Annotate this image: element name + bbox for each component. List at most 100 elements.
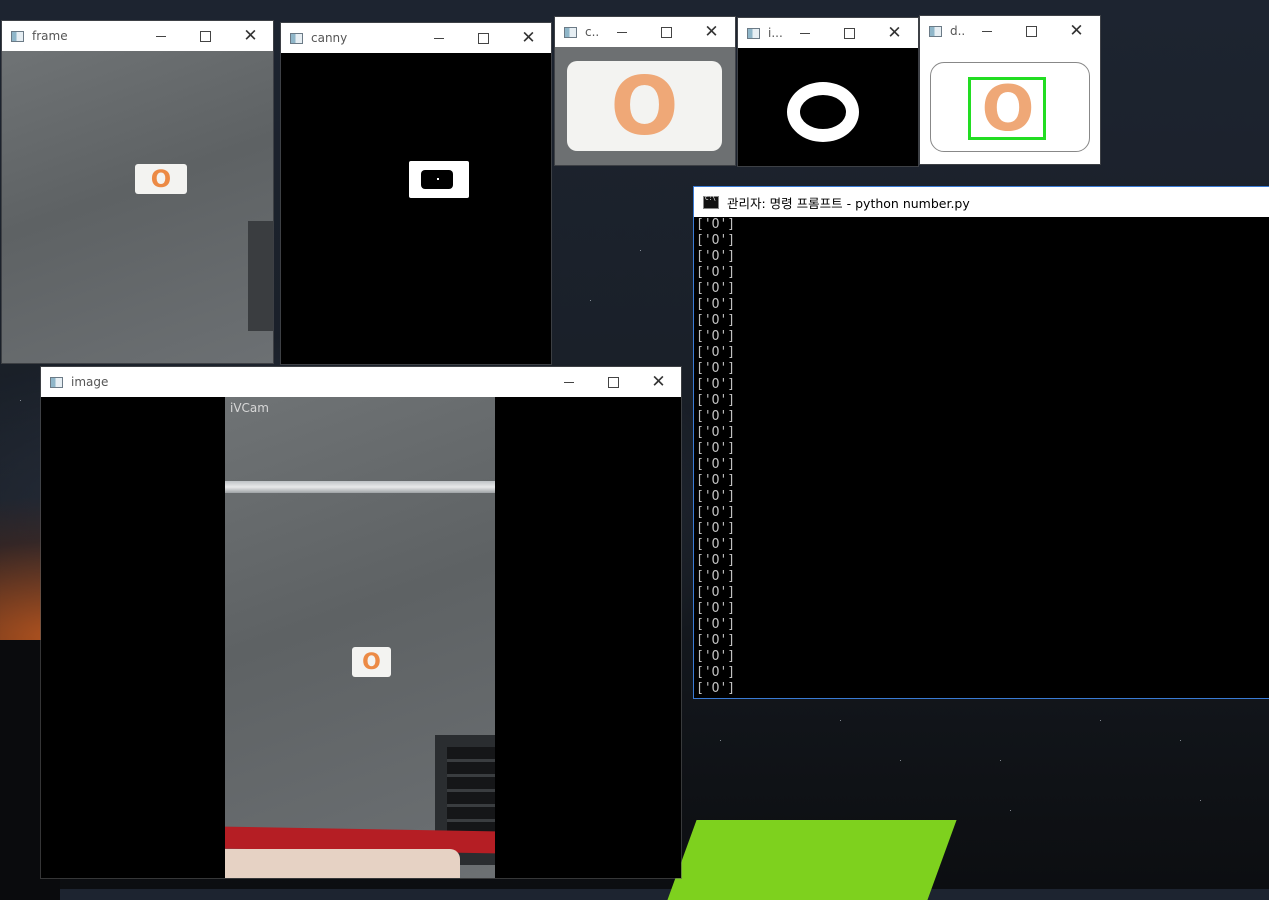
window-inverted[interactable]: i... ✕ [738,18,918,166]
console-line: ['O'] [696,313,736,328]
star [1010,810,1011,811]
titlebar[interactable]: canny ✕ [281,23,551,53]
star [1180,740,1181,741]
console-line: ['O'] [696,489,736,504]
minimize-button[interactable] [599,17,644,47]
console-line: ['O'] [696,617,736,632]
console-line: ['O'] [696,265,736,280]
inverted-view [738,48,918,166]
image-view: iVCam O [41,397,681,878]
console-line: ['O'] [696,393,736,408]
console-line: ['O'] [696,473,736,488]
maximize-button[interactable] [591,367,636,397]
ceiling-light [225,481,495,493]
console-window[interactable]: 관리자: 명령 프롬프트 - python number.py ['O']['O… [694,187,1269,698]
console-line: ['O'] [696,233,736,248]
maximize-button[interactable] [183,21,228,51]
titlebar[interactable]: frame ✕ [2,21,273,51]
window-title: frame [32,29,68,43]
window-title: canny [311,31,348,45]
window-detect[interactable]: d... ✕ O [920,16,1100,164]
console-line: ['O'] [696,409,736,424]
console-line: ['O'] [696,585,736,600]
titlebar[interactable]: c... ✕ [555,17,735,47]
maximize-button[interactable] [644,17,689,47]
window-canny[interactable]: canny ✕ [281,23,551,364]
star [20,400,21,401]
console-line: ['O'] [696,681,736,696]
app-icon [929,25,942,37]
close-button[interactable]: ✕ [872,18,917,48]
frame-view: O [2,51,273,363]
console-line: ['O'] [696,281,736,296]
close-button[interactable]: ✕ [689,17,734,47]
console-line: ['O'] [696,665,736,680]
minimize-button[interactable] [782,18,827,48]
star [1200,800,1201,801]
card-o: O [135,164,187,194]
app-icon [747,27,760,39]
cmd-icon [703,195,719,209]
maximize-button[interactable] [827,18,872,48]
star [1100,720,1101,721]
detection-box [968,77,1046,140]
titlebar[interactable]: d... ✕ [920,16,1100,46]
star [640,250,641,251]
close-button[interactable]: ✕ [228,21,273,51]
window-title: i... [768,26,782,40]
edge-blob [409,161,469,198]
console-line: ['O'] [696,521,736,536]
window-title: c... [585,25,599,39]
console-line: ['O'] [696,425,736,440]
minimize-button[interactable] [546,367,591,397]
canny-view [281,53,551,364]
camera-feed: iVCam O [225,397,495,878]
close-button[interactable]: ✕ [506,23,551,53]
window-image[interactable]: image ✕ iVCam O [41,367,681,878]
console-line: ['O'] [696,601,736,616]
star [900,760,901,761]
minimize-button[interactable] [138,21,183,51]
hand [225,849,460,878]
close-button[interactable]: ✕ [1054,16,1099,46]
console-line: ['O'] [696,329,736,344]
star [840,720,841,721]
keyboard-edge [248,221,273,331]
maximize-button[interactable] [1009,16,1054,46]
star [590,300,591,301]
console-output[interactable]: ['O'] ['O'] ['O'] ['O'] ['O'] ['O'] ['O'] ['O']… [694,217,1269,698]
window-crop[interactable]: c... ✕ O [555,17,735,165]
window-frame[interactable]: frame ✕ O [2,21,273,363]
titlebar[interactable]: i... ✕ [738,18,918,48]
close-button[interactable]: ✕ [636,367,681,397]
console-line: ['O'] [696,361,736,376]
console-line: ['O'] [696,441,736,456]
app-icon [50,376,63,388]
console-line: ['O'] [696,377,736,392]
card-o: O [567,60,722,153]
console-line: ['O'] [696,345,736,360]
window-title: d... [950,24,964,38]
minimize-button[interactable] [964,16,1009,46]
maximize-button[interactable] [461,23,506,53]
console-line: ['O'] [696,569,736,584]
titlebar[interactable]: image ✕ [41,367,681,397]
console-line: ['O'] [696,297,736,312]
titlebar[interactable]: 관리자: 명령 프롬프트 - python number.py [694,187,1269,217]
console-line: ['O'] [696,249,736,264]
console-line: ['O'] [696,537,736,552]
crop-view: O [555,47,735,165]
star [1000,760,1001,761]
ring-shape [787,82,859,142]
window-title: 관리자: 명령 프롬프트 - python number.py [727,195,970,211]
minimize-button[interactable] [416,23,461,53]
overlay-text: iVCam [230,401,269,415]
console-line: ['O'] [696,457,736,472]
window-title: image [71,375,109,389]
app-icon [564,26,577,38]
green-shape [667,820,957,900]
console-line: ['O'] [696,649,736,664]
console-line: ['O'] [696,505,736,520]
console-line: ['O'] [696,633,736,648]
star [720,740,721,741]
